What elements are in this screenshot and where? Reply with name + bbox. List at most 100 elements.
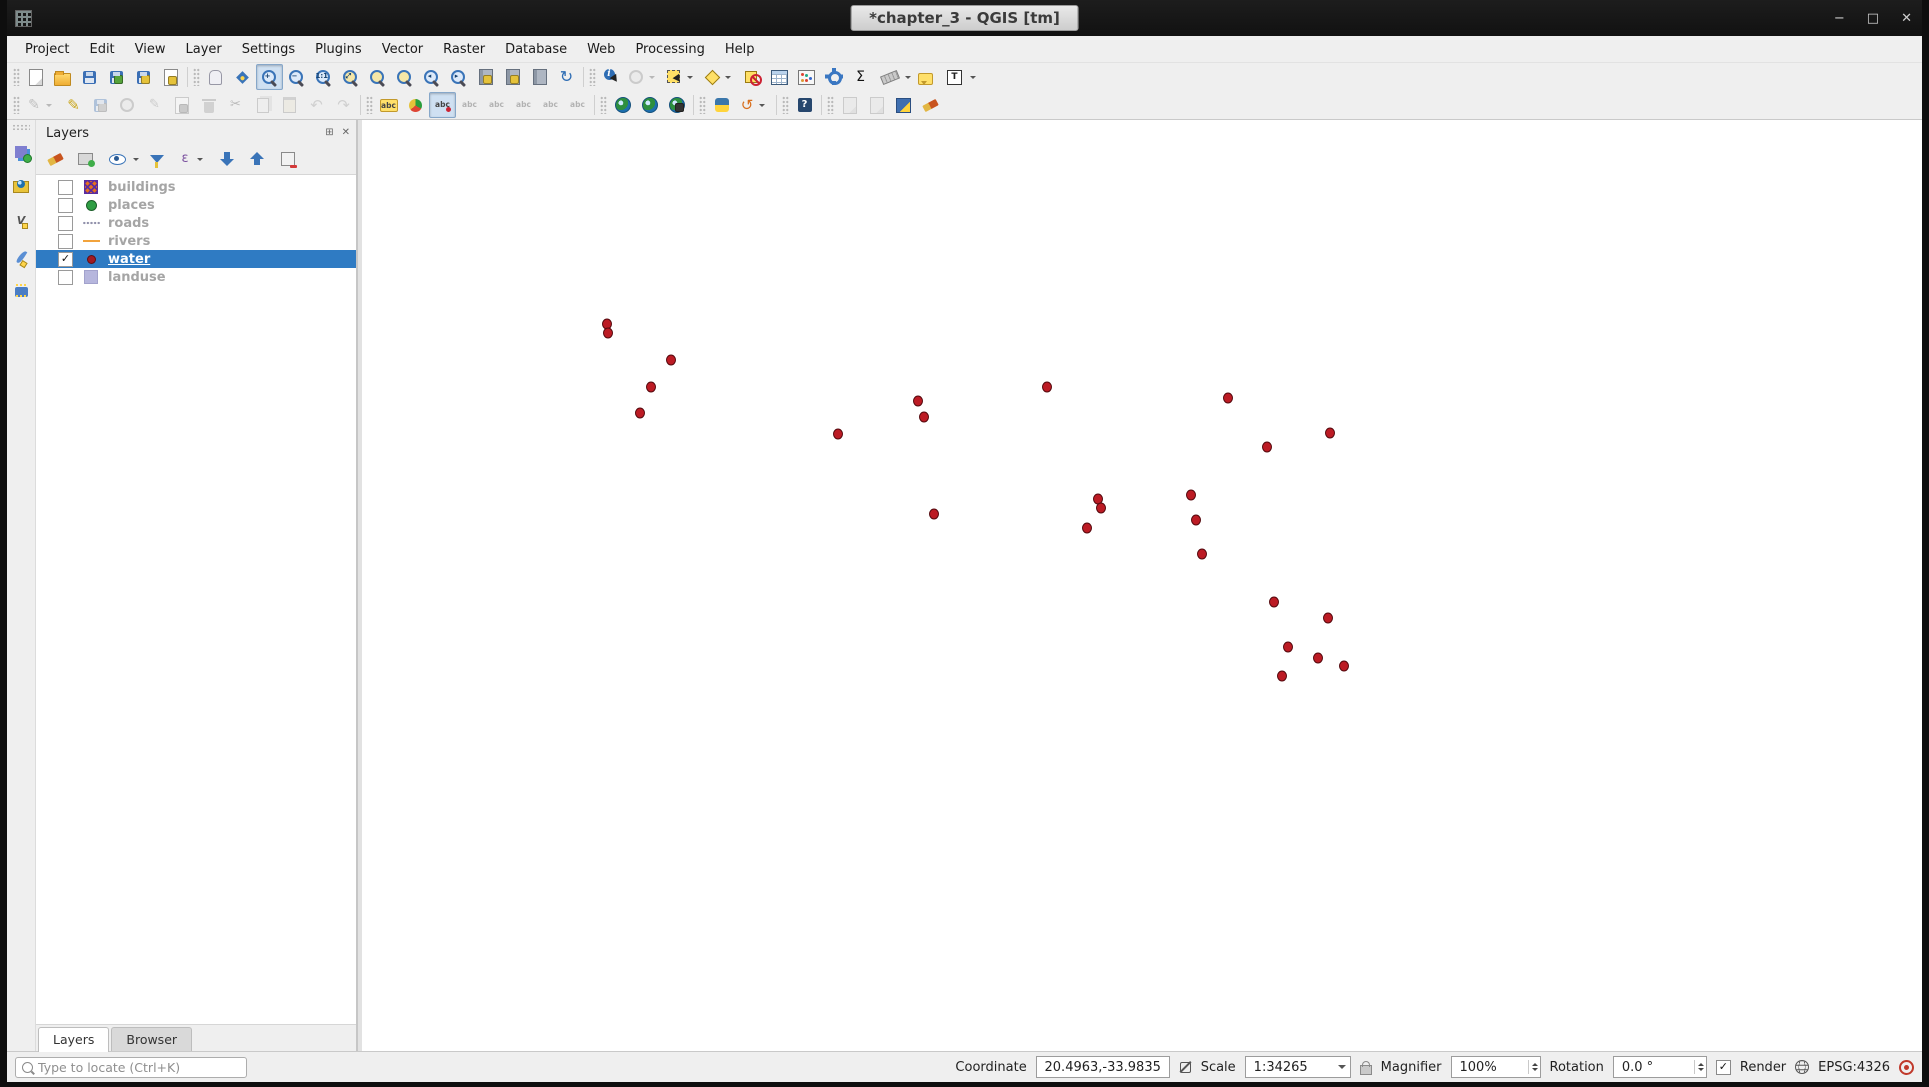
cut-features[interactable]: ✂ — [222, 92, 249, 118]
panel-tab-layers[interactable]: Layers — [38, 1027, 109, 1052]
show-hide-labels[interactable]: abc — [483, 92, 510, 118]
save-project[interactable] — [76, 64, 103, 90]
menu-project[interactable]: Project — [15, 38, 79, 61]
text-annotation[interactable]: T — [939, 64, 977, 90]
field-calculator[interactable] — [793, 64, 820, 90]
processing-toolbox[interactable] — [820, 64, 847, 90]
menu-raster[interactable]: Raster — [433, 38, 495, 61]
deselect-features[interactable] — [739, 64, 766, 90]
menu-processing[interactable]: Processing — [625, 38, 714, 61]
layer-checkbox-buildings[interactable] — [58, 180, 73, 195]
layer-row-rivers[interactable]: rivers — [36, 232, 356, 250]
layer-checkbox-rivers[interactable] — [58, 234, 73, 249]
messages-icon[interactable] — [1899, 1060, 1914, 1075]
menu-view[interactable]: View — [125, 38, 176, 61]
zoom-last[interactable]: ◂ — [418, 64, 445, 90]
new-bookmark[interactable] — [472, 64, 499, 90]
manage-map-themes[interactable] — [102, 146, 140, 172]
expand-all[interactable] — [214, 146, 241, 172]
plugin-tool-2[interactable] — [863, 92, 890, 118]
help-contents[interactable]: ? — [791, 92, 818, 118]
open-attribute-table[interactable] — [766, 64, 793, 90]
processing-history[interactable]: ↺ — [735, 92, 773, 118]
copy-features[interactable] — [249, 92, 276, 118]
crs-status[interactable]: EPSG:4326 — [1818, 1060, 1890, 1075]
change-label[interactable]: abc — [564, 92, 591, 118]
spin-down-icon[interactable] — [1698, 1068, 1704, 1074]
save-layer-edits[interactable] — [87, 92, 114, 118]
add-group[interactable] — [72, 146, 99, 172]
lock-scale-icon[interactable] — [1360, 1065, 1372, 1075]
close-panel-button[interactable]: ✕ — [342, 128, 350, 138]
menu-layer[interactable]: Layer — [176, 38, 232, 61]
panel-tab-browser[interactable]: Browser — [111, 1027, 192, 1051]
filter-by-expression[interactable]: ε — [173, 146, 211, 172]
zoom-full[interactable]: ⤢ — [337, 64, 364, 90]
pin-labels[interactable]: abc — [429, 92, 456, 118]
statistical-summary[interactable]: Σ — [847, 64, 874, 90]
zoom-to-selection[interactable] — [364, 64, 391, 90]
vertex-tool[interactable]: ✎ — [141, 92, 168, 118]
zoom-out[interactable]: − — [283, 64, 310, 90]
plugin-tool-1[interactable] — [836, 92, 863, 118]
new-project[interactable] — [22, 64, 49, 90]
web-service-b[interactable] — [636, 92, 663, 118]
magnifier-spinbox[interactable]: 100% — [1451, 1056, 1541, 1078]
coordinate-input[interactable]: 20.4963,-33.9835 — [1036, 1056, 1170, 1078]
open-project[interactable] — [49, 64, 76, 90]
scale-combobox[interactable]: 1:34265 — [1245, 1056, 1351, 1078]
menu-edit[interactable]: Edit — [79, 38, 124, 61]
map-tips[interactable] — [912, 64, 939, 90]
select-by-value[interactable] — [701, 64, 739, 90]
new-shapefile-layer[interactable]: V — [8, 209, 35, 235]
rotate-label[interactable]: abc — [537, 92, 564, 118]
render-checkbox[interactable]: ✓ — [1716, 1060, 1731, 1075]
collapse-all[interactable] — [244, 146, 271, 172]
web-service-a[interactable] — [609, 92, 636, 118]
digitize-feature[interactable] — [114, 92, 141, 118]
paste-features[interactable] — [276, 92, 303, 118]
spin-up-icon[interactable] — [1698, 1060, 1704, 1066]
open-data-source-manager[interactable] — [8, 139, 35, 165]
zoom-to-layer[interactable] — [391, 64, 418, 90]
locator-search-input[interactable]: Type to locate (Ctrl+K) — [15, 1057, 247, 1078]
measure[interactable] — [874, 64, 912, 90]
zoom-next[interactable]: ▸ — [445, 64, 472, 90]
extents-toggle-icon[interactable] — [1179, 1061, 1192, 1074]
layer-diagram-options[interactable] — [402, 92, 429, 118]
menu-help[interactable]: Help — [715, 38, 765, 61]
redo[interactable]: ↷ — [330, 92, 357, 118]
identify-features[interactable] — [598, 64, 625, 90]
add-database-layer[interactable] — [8, 174, 35, 200]
remove-layer[interactable] — [274, 146, 301, 172]
zoom-in[interactable]: + — [256, 64, 283, 90]
modify-attributes[interactable] — [168, 92, 195, 118]
plugin-tool-3[interactable] — [890, 92, 917, 118]
layer-checkbox-landuse[interactable] — [58, 270, 73, 285]
pan-to-selection[interactable] — [229, 64, 256, 90]
layer-row-water[interactable]: ✓water — [36, 250, 356, 268]
rotation-spinbox[interactable]: 0.0 ° — [1613, 1056, 1707, 1078]
layer-checkbox-water[interactable]: ✓ — [58, 252, 73, 267]
menu-database[interactable]: Database — [495, 38, 577, 61]
layer-row-places[interactable]: places — [36, 196, 356, 214]
menu-settings[interactable]: Settings — [232, 38, 305, 61]
menu-vector[interactable]: Vector — [372, 38, 433, 61]
plugin-tool-4[interactable] — [917, 92, 944, 118]
spin-up-icon[interactable] — [1532, 1060, 1538, 1066]
python-console[interactable] — [708, 92, 735, 118]
highlight-pinned-labels[interactable]: abc — [456, 92, 483, 118]
toggle-editing[interactable]: ✎ — [60, 92, 87, 118]
layout-manager[interactable] — [157, 64, 184, 90]
layer-row-landuse[interactable]: landuse — [36, 268, 356, 286]
minimize-button[interactable]: − — [1834, 12, 1845, 25]
layer-row-roads[interactable]: roads — [36, 214, 356, 232]
save-as-template[interactable] — [130, 64, 157, 90]
layer-labeling-options[interactable]: abc — [375, 92, 402, 118]
run-feature-action[interactable] — [625, 64, 663, 90]
menu-web[interactable]: Web — [577, 38, 625, 61]
layer-row-buildings[interactable]: buildings — [36, 178, 356, 196]
layer-checkbox-places[interactable] — [58, 198, 73, 213]
crs-globe-icon[interactable] — [1795, 1060, 1809, 1074]
current-edits[interactable]: ✎ — [22, 92, 60, 118]
